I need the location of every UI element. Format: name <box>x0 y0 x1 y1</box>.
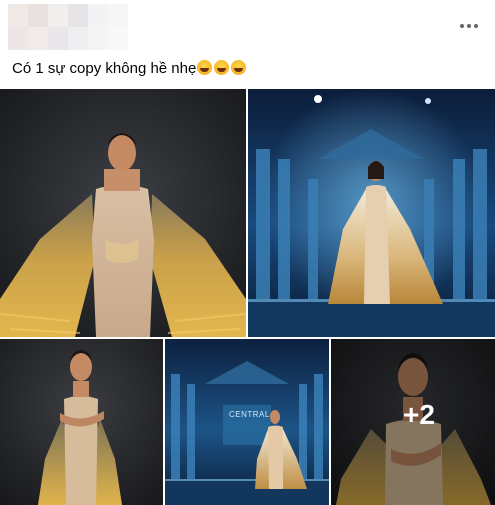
more-photos-overlay[interactable]: +2 <box>331 339 495 505</box>
facebook-post: Có 1 sự copy không hề nhẹ CENTRAL +2 <box>0 0 495 505</box>
photo-2[interactable] <box>248 89 495 337</box>
post-header <box>0 0 495 52</box>
more-photos-count: +2 <box>403 399 435 430</box>
photo-2-image <box>248 89 495 337</box>
laughing-emoji-icon <box>197 60 213 75</box>
photo-3-image <box>0 339 163 505</box>
more-options-button[interactable] <box>457 14 481 38</box>
photo-4[interactable]: CENTRAL <box>165 339 329 505</box>
photo-5-more[interactable]: +2 <box>331 339 495 505</box>
blurred-author-info <box>8 4 128 50</box>
photo-3[interactable] <box>0 339 163 505</box>
photo-1-image <box>0 89 246 337</box>
caption-text: Có 1 sự copy không hề nhẹ <box>12 60 197 77</box>
laughing-emoji-icon <box>231 60 247 75</box>
more-horizontal-icon <box>459 24 480 28</box>
photo-1[interactable] <box>0 89 246 337</box>
caption-emojis <box>197 60 247 75</box>
post-caption: Có 1 sự copy không hề nhẹ <box>12 59 247 79</box>
laughing-emoji-icon <box>214 60 230 75</box>
stage-sign-text: CENTRAL <box>229 410 270 419</box>
photo-4-image <box>165 339 329 505</box>
